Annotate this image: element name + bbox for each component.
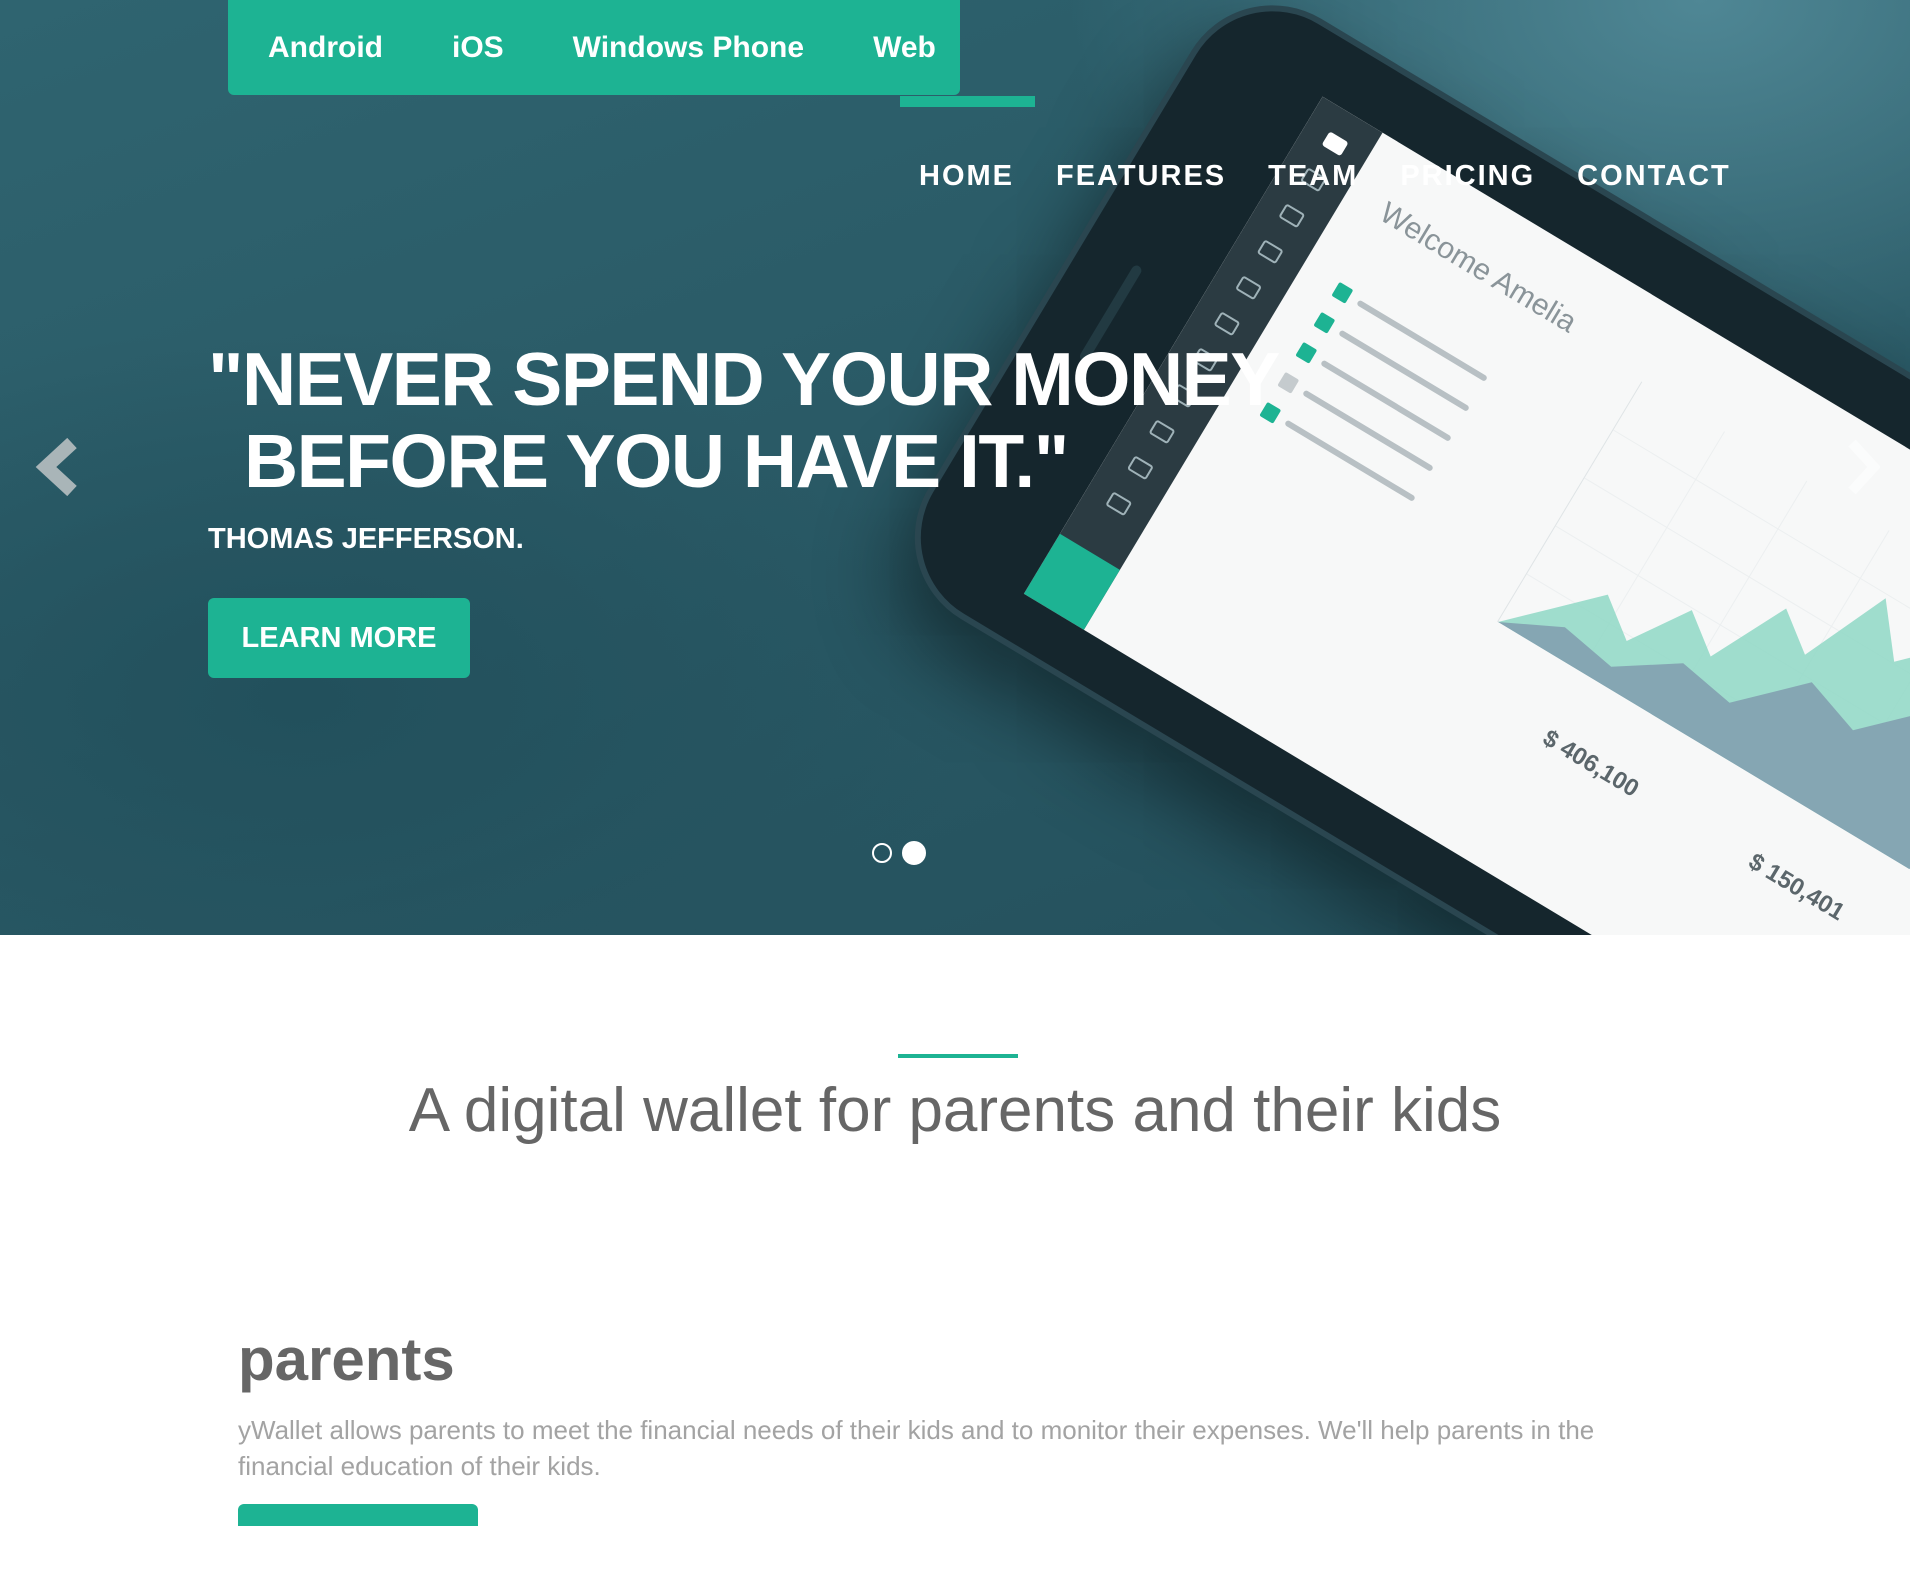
app-stat-1: $ 406,100 (1538, 724, 1644, 803)
hero-author: THOMAS JEFFERSON. (208, 523, 524, 555)
parents-description: yWallet allows parents to meet the finan… (238, 1415, 1595, 1481)
hero-quote-line-2: BEFORE YOU HAVE IT." (244, 419, 1069, 503)
parents-button[interactable] (238, 1504, 478, 1526)
hero-quote-line-1: "NEVER SPEND YOUR MONEY (208, 337, 1280, 421)
hero-carousel: Welcome Amelia $ 406,100 $ 150,401 Andro… (0, 0, 1910, 935)
tab-web[interactable]: Web (873, 31, 936, 65)
nav-team[interactable]: TEAM (1268, 160, 1358, 193)
carousel-dot-1[interactable] (872, 843, 892, 863)
main-nav: HOME FEATURES TEAM PRICING CONTACT (919, 160, 1731, 193)
carousel-dot-2[interactable] (902, 841, 926, 865)
tab-windows-phone[interactable]: Windows Phone (573, 31, 804, 65)
nav-pricing[interactable]: PRICING (1400, 160, 1535, 193)
section-divider (898, 1054, 1018, 1058)
learn-more-button[interactable]: LEARN MORE (208, 598, 470, 678)
nav-home[interactable]: HOME (919, 160, 1014, 193)
app-welcome-text: Welcome Amelia (1374, 196, 1583, 340)
nav-contact[interactable]: CONTACT (1577, 160, 1731, 193)
app-stat-2: $ 150,401 (1743, 848, 1850, 927)
tab-android[interactable]: Android (268, 31, 383, 65)
hero-quote: "NEVER SPEND YOUR MONEY BEFORE YOU HAVE … (208, 337, 1280, 503)
tagline: A digital wallet for parents and their k… (408, 1076, 1502, 1145)
chevron-right-icon[interactable] (1846, 435, 1881, 499)
active-tab-indicator (900, 96, 1035, 107)
phone-screen: Welcome Amelia $ 406,100 $ 150,401 (1023, 96, 1910, 935)
tab-ios[interactable]: iOS (452, 31, 504, 65)
nav-features[interactable]: FEATURES (1056, 160, 1226, 193)
chevron-left-icon[interactable] (34, 435, 84, 499)
platform-tabs: Android iOS Windows Phone Web (228, 0, 960, 95)
parents-heading: parents (238, 1326, 455, 1393)
carousel-indicators (872, 841, 936, 865)
